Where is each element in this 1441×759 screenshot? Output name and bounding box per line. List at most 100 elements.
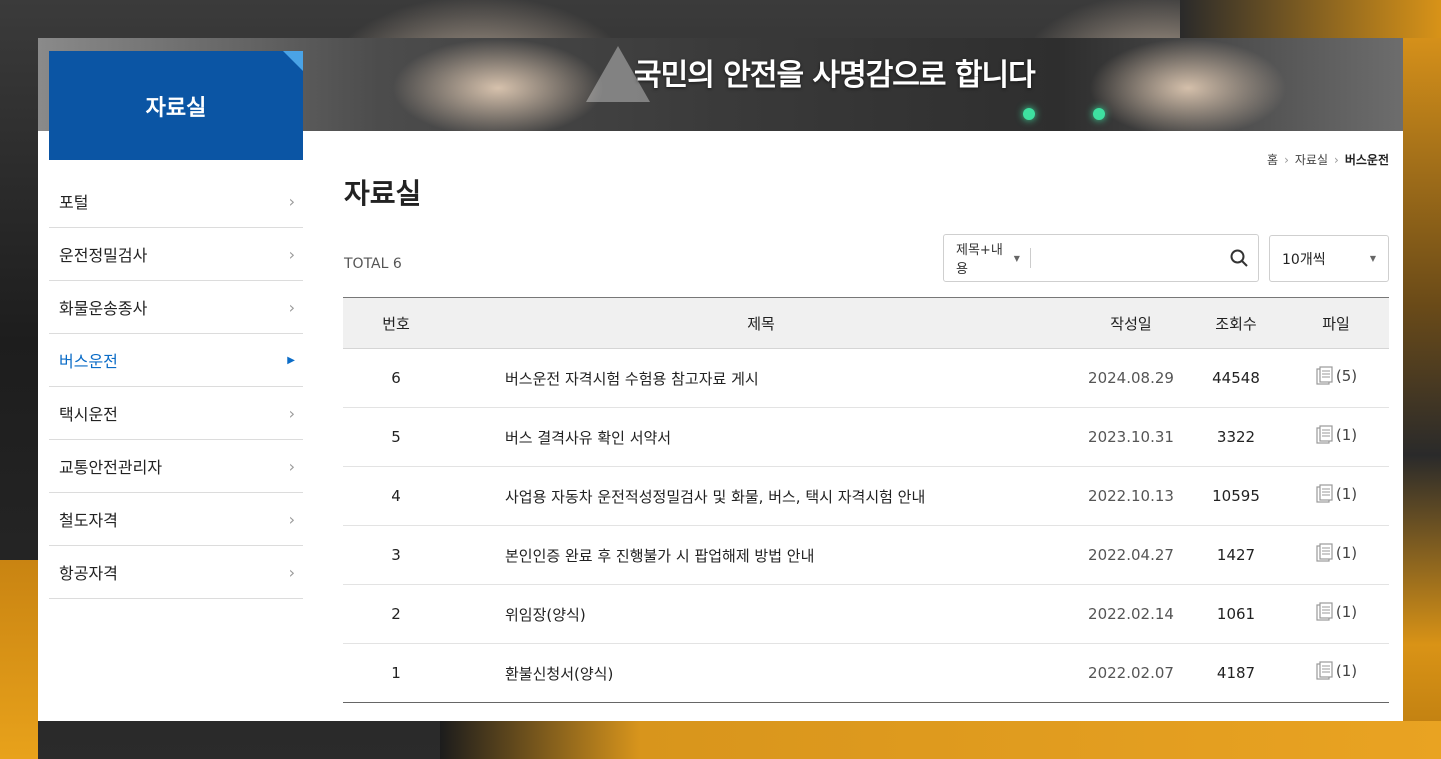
row-views: 1061 [1189, 584, 1283, 644]
row-date: 2022.02.07 [1073, 643, 1189, 703]
page-size-label: 10개씩 [1282, 251, 1326, 268]
corner-accent-icon [283, 51, 303, 71]
file-count: (5) [1335, 367, 1358, 385]
row-views: 1427 [1189, 525, 1283, 585]
banner-light-icon [1093, 108, 1105, 120]
sidebar-title-label: 자료실 [145, 95, 207, 121]
file-document-icon [1316, 661, 1333, 680]
row-no: 2 [343, 584, 449, 644]
sidebar-item-freight[interactable]: 화물운송종사 › [49, 281, 303, 334]
file-document-icon [1316, 425, 1333, 444]
file-attachment[interactable]: (1) [1315, 484, 1357, 504]
board-table: 번호 제목 작성일 조회수 파일 6 버스운전 자격시험 수험용 참고자료 게시… [343, 297, 1389, 703]
row-date: 2023.10.31 [1073, 407, 1189, 467]
chevron-right-icon: › [288, 456, 295, 476]
sidebar-item-label: 철도자격 [59, 511, 118, 530]
caret-right-icon: ▶ [287, 354, 295, 366]
background-bus-left [0, 560, 38, 759]
row-views: 10595 [1189, 466, 1283, 526]
table-row: 5 버스 결격사유 확인 서약서 2023.10.31 3322 (1) [343, 407, 1389, 467]
sidebar-item-label: 택시운전 [59, 405, 118, 424]
sidebar-item-bus[interactable]: 버스운전 ▶ [49, 334, 303, 387]
chevron-right-icon: › [288, 509, 295, 529]
row-title-link[interactable]: 본인인증 완료 후 진행불가 시 팝업해제 방법 안내 [449, 525, 1073, 585]
sidebar-item-safety-manager[interactable]: 교통안전관리자 › [49, 440, 303, 493]
file-attachment[interactable]: (1) [1315, 602, 1357, 622]
sidebar-item-label: 항공자격 [59, 564, 118, 583]
banner-slogan: 국민의 안전을 사명감으로 합니다 [634, 58, 1036, 93]
chevron-right-icon: › [288, 244, 295, 264]
table-row: 4 사업용 자동차 운전적성정밀검사 및 화물, 버스, 택시 자격시험 안내 … [343, 466, 1389, 526]
search-box: 제목+내용 ▼ [943, 234, 1259, 282]
file-attachment[interactable]: (1) [1315, 425, 1357, 445]
sidebar-item-label: 포털 [59, 193, 89, 212]
file-document-icon [1316, 543, 1333, 562]
file-count: (1) [1335, 603, 1358, 621]
sidebar-menu: 포털 › 운전정밀검사 › 화물운송종사 › 버스운전 ▶ 택시운전 › 교통안… [49, 175, 303, 599]
page-size-select[interactable]: 10개씩 ▼ [1269, 235, 1389, 282]
row-no: 4 [343, 466, 449, 526]
table-row: 1 환불신청서(양식) 2022.02.07 4187 (1) [343, 643, 1389, 703]
chevron-right-icon: › [1284, 152, 1289, 167]
chevron-right-icon: › [288, 297, 295, 317]
search-button[interactable] [1221, 238, 1258, 278]
sidebar-item-taxi[interactable]: 택시운전 › [49, 387, 303, 440]
chevron-right-icon: › [288, 403, 295, 423]
chevron-right-icon: › [288, 191, 295, 211]
row-title-link[interactable]: 사업용 자동차 운전적성정밀검사 및 화물, 버스, 택시 자격시험 안내 [449, 466, 1073, 526]
sidebar-item-label: 화물운송종사 [59, 299, 148, 318]
header-no: 번호 [343, 297, 449, 349]
header-title: 제목 [449, 297, 1073, 349]
row-views: 4187 [1189, 643, 1283, 703]
sidebar-item-label: 버스운전 [59, 352, 118, 371]
file-document-icon [1316, 484, 1333, 503]
background-bus-right [1403, 0, 1441, 759]
search-input[interactable] [1030, 243, 1221, 273]
breadcrumb-home[interactable]: 홈 [1267, 151, 1278, 168]
background-bus-bottom [440, 721, 1441, 759]
banner-light-icon [1023, 108, 1035, 120]
page-title: 자료실 [344, 177, 422, 210]
row-no: 3 [343, 525, 449, 585]
row-views: 44548 [1189, 348, 1283, 408]
chevron-right-icon: › [288, 562, 295, 582]
sidebar-item-portal[interactable]: 포털 › [49, 175, 303, 228]
row-date: 2022.10.13 [1073, 466, 1189, 526]
breadcrumb-level1[interactable]: 자료실 [1295, 151, 1328, 168]
search-icon [1230, 249, 1249, 267]
row-no: 1 [343, 643, 449, 703]
search-field-label: 제목+내용 [956, 243, 1003, 277]
row-title-link[interactable]: 위임장(양식) [449, 584, 1073, 644]
row-no: 6 [343, 348, 449, 408]
sidebar-title: 자료실 [49, 51, 303, 160]
background-bus-top [1180, 0, 1441, 38]
file-attachment[interactable]: (1) [1315, 543, 1357, 563]
caret-down-icon: ▼ [1013, 253, 1020, 263]
row-title-link[interactable]: 버스 결격사유 확인 서약서 [449, 407, 1073, 467]
row-date: 2022.04.27 [1073, 525, 1189, 585]
sidebar-item-aviation[interactable]: 항공자격 › [49, 546, 303, 599]
sidebar-item-railway[interactable]: 철도자격 › [49, 493, 303, 546]
file-count: (1) [1335, 544, 1358, 562]
chevron-right-icon: › [1334, 152, 1339, 167]
file-document-icon [1316, 602, 1333, 621]
row-title-link[interactable]: 버스운전 자격시험 수험용 참고자료 게시 [449, 348, 1073, 408]
search-field-select[interactable]: 제목+내용 ▼ [944, 243, 1031, 277]
row-no: 5 [343, 407, 449, 467]
file-count: (1) [1335, 662, 1358, 680]
file-attachment[interactable]: (5) [1315, 366, 1357, 386]
table-row: 2 위임장(양식) 2022.02.14 1061 (1) [343, 584, 1389, 644]
table-row: 6 버스운전 자격시험 수험용 참고자료 게시 2024.08.29 44548… [343, 348, 1389, 408]
file-attachment[interactable]: (1) [1315, 661, 1357, 681]
file-count: (1) [1335, 426, 1358, 444]
sidebar-item-label: 교통안전관리자 [59, 458, 163, 477]
row-title-link[interactable]: 환불신청서(양식) [449, 643, 1073, 703]
table-header-row: 번호 제목 작성일 조회수 파일 [343, 297, 1389, 349]
sidebar-item-label: 운전정밀검사 [59, 246, 148, 265]
caret-down-icon: ▼ [1369, 254, 1376, 263]
row-views: 3322 [1189, 407, 1283, 467]
sidebar-item-driving-aptitude[interactable]: 운전정밀검사 › [49, 228, 303, 281]
file-document-icon [1316, 366, 1333, 385]
breadcrumb: 홈 › 자료실 › 버스운전 [1267, 151, 1389, 168]
header-date: 작성일 [1073, 297, 1189, 349]
